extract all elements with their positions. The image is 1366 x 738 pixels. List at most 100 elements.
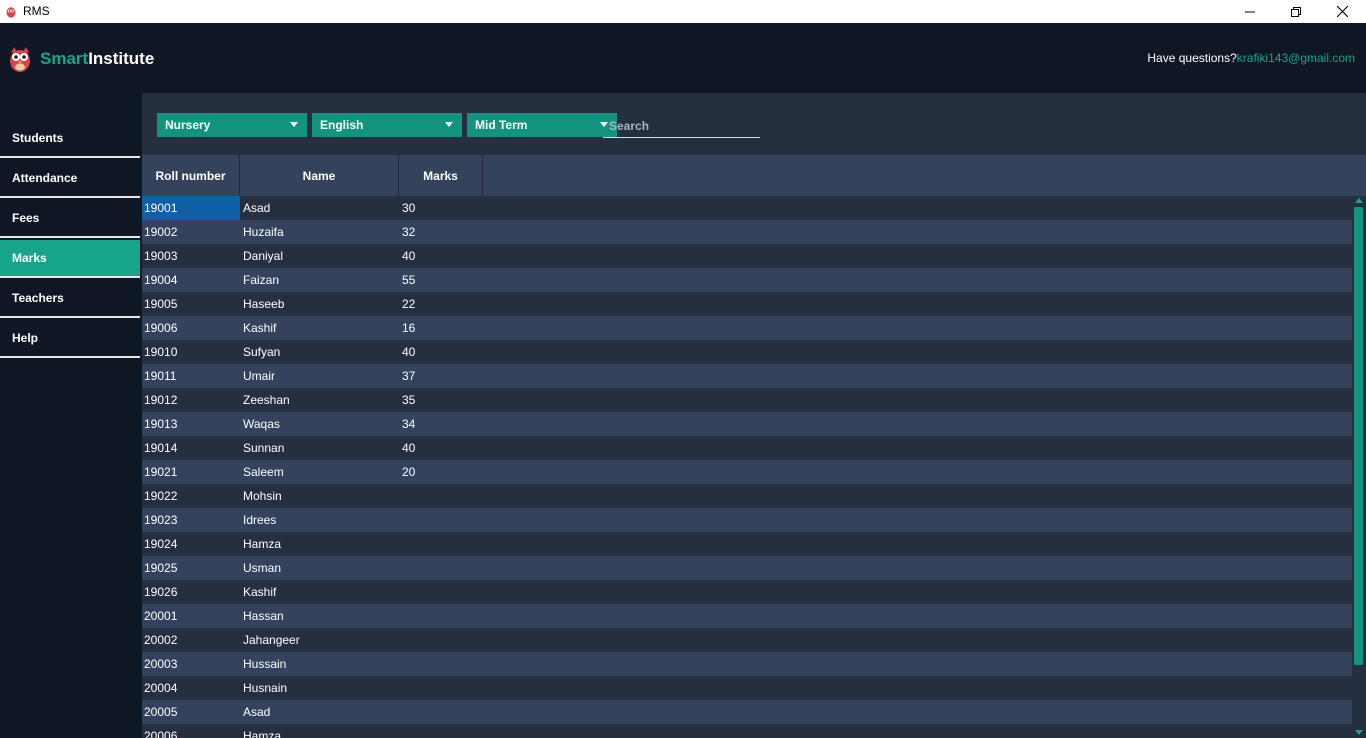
column-header-name[interactable]: Name <box>240 155 399 196</box>
marks-cell[interactable] <box>399 484 483 508</box>
sidebar-item-students[interactable]: Students <box>0 120 140 158</box>
table-row[interactable]: 20001 Hassan <box>142 604 1352 628</box>
name-cell[interactable]: Idrees <box>240 508 399 532</box>
roll-number-cell[interactable]: 19024 <box>142 532 240 556</box>
table-row[interactable]: 19003 Daniyal 40 <box>142 244 1352 268</box>
table-row[interactable]: 19022 Mohsin <box>142 484 1352 508</box>
roll-number-cell[interactable]: 19021 <box>142 460 240 484</box>
name-cell[interactable]: Usman <box>240 556 399 580</box>
roll-number-cell[interactable]: 20004 <box>142 676 240 700</box>
table-row[interactable]: 19023 Idrees <box>142 508 1352 532</box>
name-cell[interactable]: Sunnan <box>240 436 399 460</box>
sidebar-item-marks[interactable]: Marks <box>0 240 140 278</box>
column-header-roll-number[interactable]: Roll number <box>142 155 240 196</box>
roll-number-cell[interactable]: 19023 <box>142 508 240 532</box>
table-row[interactable]: 19024 Hamza <box>142 532 1352 556</box>
marks-cell[interactable] <box>399 580 483 604</box>
name-cell[interactable]: Hamza <box>240 724 399 738</box>
marks-cell[interactable]: 35 <box>399 388 483 412</box>
roll-number-cell[interactable]: 19002 <box>142 220 240 244</box>
marks-cell[interactable]: 34 <box>399 412 483 436</box>
contact-email-link[interactable]: krafiki143@gmail.com <box>1237 51 1355 65</box>
marks-cell[interactable]: 40 <box>399 340 483 364</box>
roll-number-cell[interactable]: 20002 <box>142 628 240 652</box>
minimize-button[interactable] <box>1227 0 1273 23</box>
search-input[interactable] <box>603 115 760 138</box>
name-cell[interactable]: Zeeshan <box>240 388 399 412</box>
name-cell[interactable]: Asad <box>240 700 399 724</box>
name-cell[interactable]: Umair <box>240 364 399 388</box>
name-cell[interactable]: Waqas <box>240 412 399 436</box>
marks-cell[interactable]: 20 <box>399 460 483 484</box>
restore-button[interactable] <box>1273 0 1319 23</box>
marks-cell[interactable] <box>399 628 483 652</box>
sidebar-item-attendance[interactable]: Attendance <box>0 160 140 198</box>
sidebar-item-teachers[interactable]: Teachers <box>0 280 140 318</box>
table-row[interactable]: 19005 Haseeb 22 <box>142 292 1352 316</box>
table-row[interactable]: 19026 Kashif <box>142 580 1352 604</box>
name-cell[interactable]: Huzaifa <box>240 220 399 244</box>
table-row[interactable]: 19012 Zeeshan 35 <box>142 388 1352 412</box>
roll-number-cell[interactable]: 19005 <box>142 292 240 316</box>
marks-cell[interactable] <box>399 508 483 532</box>
table-row[interactable]: 20006 Hamza <box>142 724 1352 738</box>
scroll-down-arrow-icon[interactable] <box>1355 730 1363 735</box>
table-row[interactable]: 19025 Usman <box>142 556 1352 580</box>
name-cell[interactable]: Daniyal <box>240 244 399 268</box>
table-row[interactable]: 19013 Waqas 34 <box>142 412 1352 436</box>
table-row[interactable]: 19014 Sunnan 40 <box>142 436 1352 460</box>
table-row[interactable]: 19006 Kashif 16 <box>142 316 1352 340</box>
name-cell[interactable]: Asad <box>240 196 399 220</box>
roll-number-cell[interactable]: 19001 <box>142 196 240 220</box>
class-dropdown[interactable]: Nursery <box>157 113 307 137</box>
name-cell[interactable]: Husnain <box>240 676 399 700</box>
table-row[interactable]: 20003 Hussain <box>142 652 1352 676</box>
table-row[interactable]: 19002 Huzaifa 32 <box>142 220 1352 244</box>
roll-number-cell[interactable]: 20006 <box>142 724 240 738</box>
name-cell[interactable]: Haseeb <box>240 292 399 316</box>
close-button[interactable] <box>1319 0 1365 23</box>
name-cell[interactable]: Hassan <box>240 604 399 628</box>
table-row[interactable]: 20002 Jahangeer <box>142 628 1352 652</box>
name-cell[interactable]: Kashif <box>240 580 399 604</box>
subject-dropdown[interactable]: English <box>312 113 462 137</box>
name-cell[interactable]: Hamza <box>240 532 399 556</box>
marks-cell[interactable] <box>399 604 483 628</box>
marks-cell[interactable]: 32 <box>399 220 483 244</box>
name-cell[interactable]: Mohsin <box>240 484 399 508</box>
table-row[interactable]: 20005 Asad <box>142 700 1352 724</box>
column-header-marks[interactable]: Marks <box>399 155 483 196</box>
marks-cell[interactable]: 37 <box>399 364 483 388</box>
name-cell[interactable]: Sufyan <box>240 340 399 364</box>
marks-cell[interactable] <box>399 532 483 556</box>
name-cell[interactable]: Jahangeer <box>240 628 399 652</box>
marks-cell[interactable] <box>399 652 483 676</box>
name-cell[interactable]: Faizan <box>240 268 399 292</box>
sidebar-item-fees[interactable]: Fees <box>0 200 140 238</box>
table-row[interactable]: 19021 Saleem 20 <box>142 460 1352 484</box>
roll-number-cell[interactable]: 20003 <box>142 652 240 676</box>
marks-cell[interactable]: 55 <box>399 268 483 292</box>
marks-cell[interactable]: 30 <box>399 196 483 220</box>
marks-cell[interactable] <box>399 676 483 700</box>
table-row[interactable]: 20004 Husnain <box>142 676 1352 700</box>
roll-number-cell[interactable]: 19013 <box>142 412 240 436</box>
roll-number-cell[interactable]: 19022 <box>142 484 240 508</box>
name-cell[interactable]: Hussain <box>240 652 399 676</box>
roll-number-cell[interactable]: 19003 <box>142 244 240 268</box>
marks-cell[interactable]: 22 <box>399 292 483 316</box>
roll-number-cell[interactable]: 19011 <box>142 364 240 388</box>
table-row[interactable]: 19004 Faizan 55 <box>142 268 1352 292</box>
marks-cell[interactable] <box>399 556 483 580</box>
marks-cell[interactable] <box>399 724 483 738</box>
vertical-scrollbar[interactable] <box>1352 196 1366 738</box>
marks-cell[interactable] <box>399 700 483 724</box>
marks-cell[interactable]: 40 <box>399 244 483 268</box>
roll-number-cell[interactable]: 19014 <box>142 436 240 460</box>
roll-number-cell[interactable]: 19010 <box>142 340 240 364</box>
table-row[interactable]: 19011 Umair 37 <box>142 364 1352 388</box>
term-dropdown[interactable]: Mid Term <box>467 113 617 137</box>
roll-number-cell[interactable]: 19012 <box>142 388 240 412</box>
marks-cell[interactable]: 16 <box>399 316 483 340</box>
sidebar-item-help[interactable]: Help <box>0 320 140 358</box>
